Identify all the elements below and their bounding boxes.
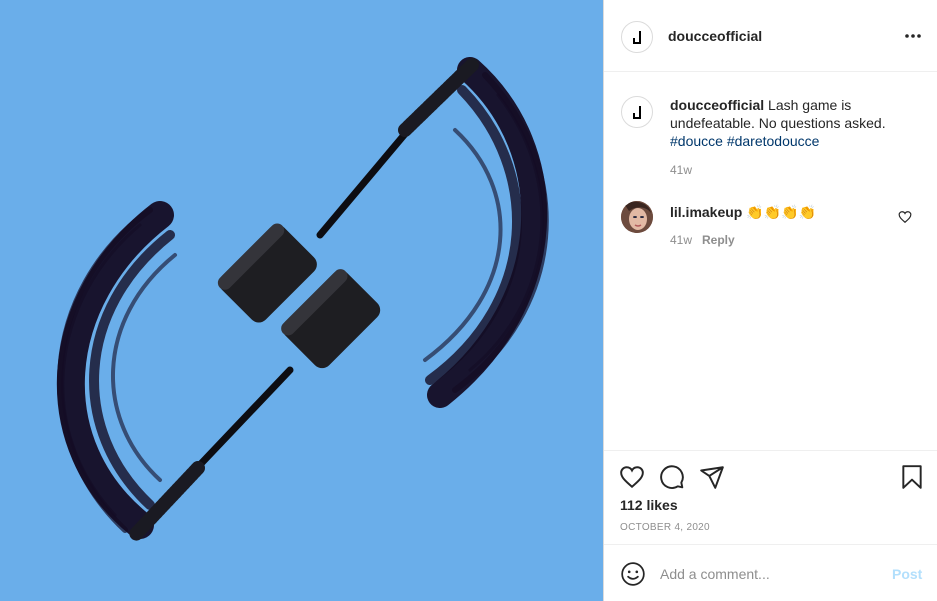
action-bar: 112 likes OCTOBER 4, 2020 — [604, 450, 937, 544]
doucce-logo-icon — [633, 106, 641, 119]
hashtag-link[interactable]: #daretodoucce — [727, 133, 820, 149]
post-comment-button[interactable]: Post — [892, 566, 922, 582]
heart-outline-icon — [898, 211, 912, 224]
paper-plane-icon — [700, 466, 724, 489]
comment-body: 👏👏👏👏 — [742, 204, 816, 220]
bookmark-icon — [902, 465, 922, 489]
mascara-wands-photo — [0, 0, 603, 601]
commenter-avatar[interactable] — [621, 201, 653, 233]
caption-avatar[interactable] — [621, 96, 653, 128]
caption-text: doucceofficial Lash game is undefeatable… — [670, 96, 910, 150]
smiley-icon — [621, 562, 645, 586]
comment-text: lil.imakeup 👏👏👏👏 — [670, 203, 816, 221]
hashtag-link[interactable]: #doucce — [670, 133, 723, 149]
like-count[interactable]: 112 likes — [620, 497, 678, 513]
comment-input[interactable] — [660, 560, 880, 588]
comment-button[interactable] — [659, 464, 685, 490]
add-comment-bar: Post — [604, 544, 937, 601]
comment-item: lil.imakeup 👏👏👏👏 41w Reply — [604, 198, 937, 258]
more-options-button[interactable] — [900, 24, 928, 48]
emoji-button[interactable] — [620, 561, 646, 587]
caption-username[interactable]: doucceofficial — [670, 97, 764, 113]
commenter-username[interactable]: lil.imakeup — [670, 204, 742, 220]
reply-button[interactable]: Reply — [702, 233, 735, 247]
post-date[interactable]: OCTOBER 4, 2020 — [620, 522, 710, 533]
heart-outline-icon — [620, 466, 644, 489]
comment-bubble-icon — [660, 465, 684, 489]
commenter-avatar-image — [621, 201, 653, 233]
post-header: doucceofficial — [604, 0, 937, 72]
doucce-logo-icon — [633, 31, 641, 44]
caption-timestamp[interactable]: 41w — [670, 163, 692, 177]
post-panel: doucceofficial doucceofficial Lash game … — [603, 0, 937, 601]
comment-like-button[interactable] — [898, 210, 912, 224]
author-avatar[interactable] — [621, 21, 653, 53]
author-username[interactable]: doucceofficial — [668, 28, 762, 44]
more-dots-icon — [905, 34, 921, 38]
comment-meta: 41w Reply — [670, 233, 735, 247]
comment-timestamp[interactable]: 41w — [670, 233, 692, 247]
like-button[interactable] — [619, 464, 645, 490]
save-button[interactable] — [899, 464, 925, 490]
post-image[interactable] — [0, 0, 603, 601]
share-button[interactable] — [699, 464, 725, 490]
